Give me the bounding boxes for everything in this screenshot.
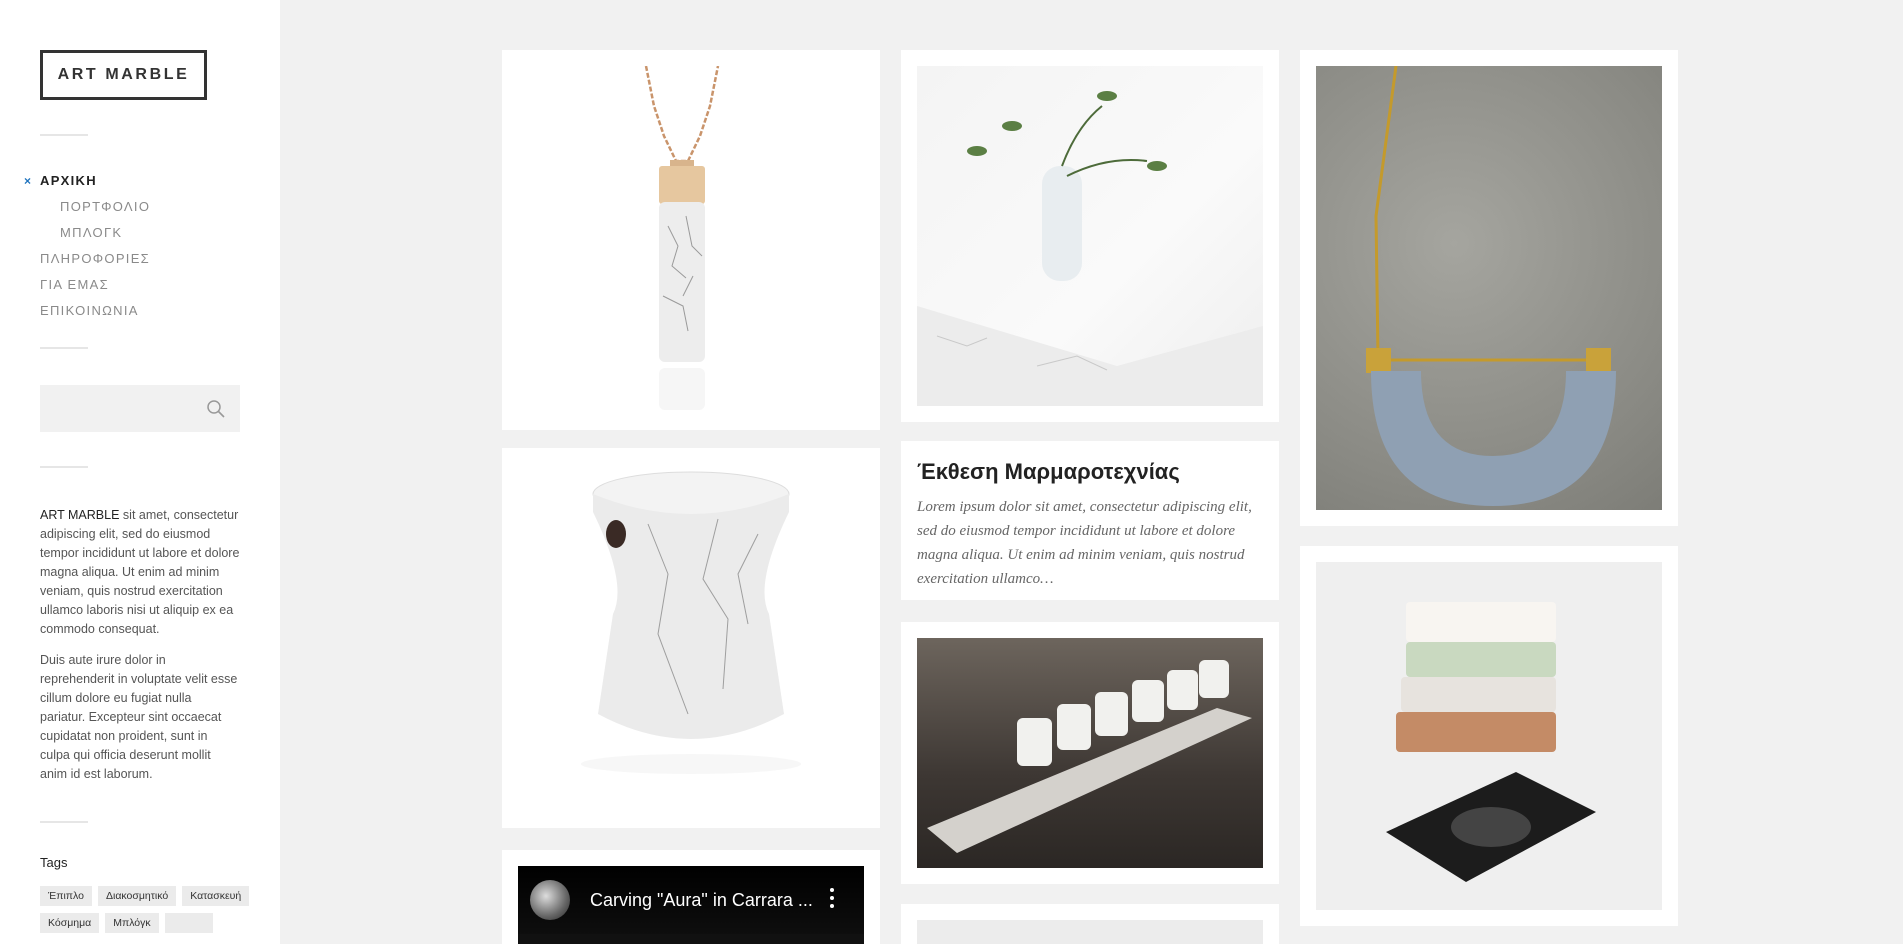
portfolio-card-cups[interactable] — [901, 622, 1279, 884]
about-paragraph: Duis aute irure dolor in reprehenderit i… — [40, 653, 238, 781]
marble-necklace-image — [1316, 66, 1662, 510]
portfolio-card-pendant[interactable] — [502, 50, 880, 430]
nav-item-info[interactable]: ΠΛΗΡΟΦΟΡΙΕΣ — [40, 246, 150, 272]
pendant-necklace-image — [518, 66, 864, 414]
tag-item[interactable]: Κατασκευή — [182, 886, 250, 906]
nav-item-label: ΕΠΙΚΟΙΝΩΝΙΑ — [40, 303, 139, 318]
about-paragraph: ART MARBLE sit amet, consectetur adipisc… — [40, 506, 240, 639]
post-excerpt: Lorem ipsum dolor sit amet, consectetur … — [917, 499, 1252, 587]
portfolio-card-partial[interactable] — [901, 904, 1279, 944]
video-player[interactable]: Carving "Aura" in Carrara ... — [518, 866, 864, 944]
tag-item[interactable] — [164, 913, 213, 933]
search-icon[interactable] — [206, 399, 226, 419]
about-text: ART MARBLE sit amet, consectetur adipisc… — [40, 506, 240, 796]
portfolio-card-ashtray[interactable] — [1300, 546, 1678, 926]
tag-item[interactable]: Μπλόγκ — [105, 913, 159, 933]
nav-item-label: ΓΙΑ ΕΜΑΣ — [40, 277, 109, 292]
tags-title: Tags — [40, 855, 68, 870]
portfolio-image — [917, 920, 1263, 944]
video-header: Carving "Aura" in Carrara ... — [518, 866, 864, 934]
tag-item[interactable]: Κόσμημα — [40, 913, 100, 933]
nav-item-blog[interactable]: ΜΠΛΟΓΚ — [40, 220, 150, 246]
search-input[interactable] — [40, 385, 200, 432]
divider — [40, 821, 88, 823]
tag-cloud: Έπιπλο Διακοσμητικό Κατασκευή Κόσμημα Μπ… — [40, 886, 250, 933]
nav-item-portfolio[interactable]: ΠΟΡΤΦΟΛΙΟ — [40, 194, 150, 220]
divider — [40, 134, 88, 136]
nav-item-contact[interactable]: ΕΠΙΚΟΙΝΩΝΙΑ — [40, 298, 150, 324]
nav-item-label: ΠΛΗΡΟΦΟΡΙΕΣ — [40, 251, 151, 266]
close-icon: × — [24, 174, 33, 188]
portfolio-card-vase[interactable] — [901, 50, 1279, 422]
sidebar: ART MARBLE × ΑΡΧΙΚΗ ΠΟΡΤΦΟΛΙΟ ΜΠΛΟΓΚ ΠΛΗ… — [0, 0, 280, 944]
search-box — [40, 385, 240, 432]
portfolio-card-stool[interactable] — [502, 448, 880, 828]
marble-vase-image — [917, 66, 1263, 406]
marble-ashtray-stack-image — [1316, 562, 1662, 910]
portfolio-card-necklace[interactable] — [1300, 50, 1678, 526]
video-title[interactable]: Carving "Aura" in Carrara ... — [590, 890, 813, 911]
nav-item-label: ΠΟΡΤΦΟΛΙΟ — [60, 199, 151, 214]
divider — [40, 466, 88, 468]
nav-item-label: ΜΠΛΟΓΚ — [60, 225, 123, 240]
marble-cups-tray-image — [917, 638, 1263, 868]
main-nav: × ΑΡΧΙΚΗ ΠΟΡΤΦΟΛΙΟ ΜΠΛΟΓΚ ΠΛΗΡΟΦΟΡΙΕΣ ΓΙ… — [24, 168, 150, 324]
nav-item-label: ΑΡΧΙΚΗ — [40, 173, 97, 188]
about-body: sit amet, consectetur adipiscing elit, s… — [40, 508, 240, 636]
video-card[interactable]: Carving "Aura" in Carrara ... — [502, 850, 880, 944]
tag-item[interactable]: Διακοσμητικό — [98, 886, 177, 906]
kebab-icon[interactable] — [830, 888, 834, 908]
marble-stool-image — [518, 464, 864, 812]
nav-item-home[interactable]: × ΑΡΧΙΚΗ — [24, 168, 150, 194]
avatar[interactable] — [530, 880, 570, 920]
nav-item-about[interactable]: ΓΙΑ ΕΜΑΣ — [40, 272, 150, 298]
blog-post-card[interactable]: Έκθεση Μαρμαροτεχνίας Lorem ipsum dolor … — [901, 441, 1279, 600]
post-title[interactable]: Έκθεση Μαρμαροτεχνίας — [917, 459, 1263, 485]
about-brand: ART MARBLE — [40, 508, 120, 522]
tag-item[interactable]: Έπιπλο — [40, 886, 92, 906]
site-logo[interactable]: ART MARBLE — [40, 50, 207, 100]
divider — [40, 347, 88, 349]
